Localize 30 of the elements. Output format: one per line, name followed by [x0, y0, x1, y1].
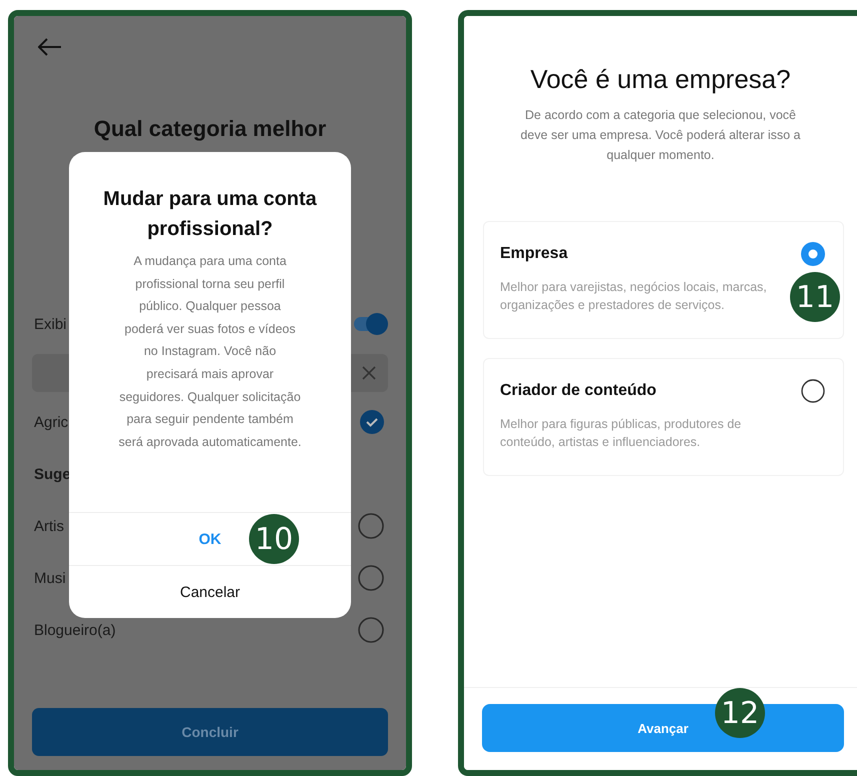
search-field[interactable] — [32, 354, 70, 392]
screen-subtitle: De acordo com a categoria que selecionou, você deve ser uma empresa. Você poderá alterar isso a qualquer momento. — [519, 107, 802, 164]
option-title: Empresa — [500, 245, 568, 263]
row-label: Artis — [34, 518, 64, 534]
radio-button[interactable] — [358, 565, 384, 591]
option-card[interactable]: Criador de conteúdo Melhor para figuras públicas, produtores de conteúdo, artistas e influenciadores. — [483, 358, 844, 476]
section-header: Suge — [34, 466, 71, 482]
option-card[interactable]: Empresa Melhor para varejistas, negócios locais, marcas, organizações e prestadores de serviços. 11 — [483, 221, 844, 339]
cancel-button[interactable]: Cancelar — [170, 578, 250, 606]
option-description: Melhor para varejistas, negócios locais, marcas, organizações e prestadores de serviços. — [500, 279, 768, 314]
row-label: Exibi — [34, 316, 67, 332]
step-badge: 11 — [790, 272, 840, 322]
back-arrow-icon[interactable] — [38, 38, 62, 56]
checked-circle-icon[interactable] — [360, 410, 384, 434]
row-label: Blogueiro(a) — [34, 622, 116, 638]
screen-heading: Qual categoria melhor — [92, 116, 328, 142]
option-description: Melhor para figuras públicas, produtores de conteúdo, artistas e influenciadores. — [500, 416, 742, 451]
dialog-message: A mudança para uma conta profissional torna seu perfil público. Qualquer pessoa poderá ver suas fotos e vídeos no Instagram. Você não precisará mais aprovar seguidores. Qualquer solicitação para seguir pendente também será aprovada automaticamente. — [118, 253, 302, 451]
radio-button[interactable] — [801, 242, 825, 266]
row-label: Agric — [34, 414, 68, 430]
screen-title: Você é uma empresa? — [529, 64, 792, 95]
step-badge: 10 — [249, 514, 299, 564]
option-title: Criador de conteúdo — [500, 382, 656, 400]
radio-button[interactable] — [801, 379, 825, 403]
radio-button[interactable] — [358, 617, 384, 643]
step-badge: 12 — [715, 688, 765, 738]
row-label: Musi — [34, 570, 66, 586]
dialog-title: Mudar para uma conta profissional? — [102, 187, 318, 242]
clear-button[interactable] — [350, 354, 388, 392]
radio-button[interactable] — [358, 513, 384, 539]
